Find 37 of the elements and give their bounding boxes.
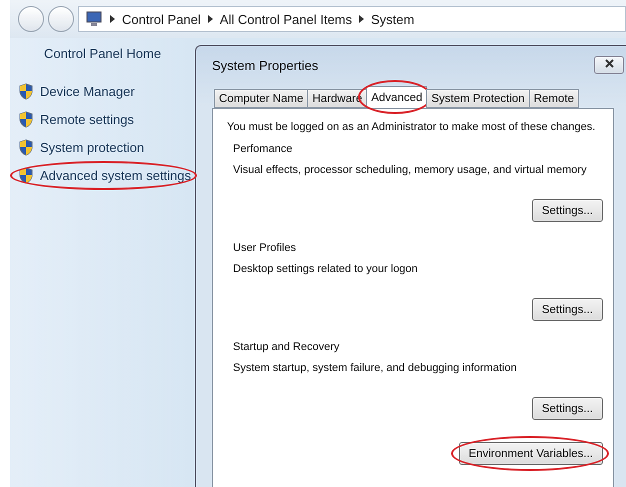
window-title: System Properties — [212, 58, 318, 72]
settings-button[interactable]: Settings... — [532, 199, 603, 222]
group-description: Desktop settings related to your logon — [233, 263, 418, 275]
group-description: System startup, system failure, and debugging information — [233, 362, 517, 374]
environment-variables-button[interactable]: Environment Variables... — [458, 442, 603, 465]
shield-icon — [18, 167, 34, 184]
breadcrumb[interactable]: System — [371, 12, 414, 26]
shield-icon — [18, 139, 34, 156]
settings-button[interactable]: Settings... — [532, 397, 603, 420]
breadcrumb[interactable]: All Control Panel Items — [220, 12, 352, 26]
tab[interactable]: Remote — [528, 89, 579, 108]
chevron-icon — [110, 15, 115, 23]
notice-text: You must be logged on as an Administrator to make most of these changes. — [227, 121, 596, 133]
close-icon — [604, 59, 614, 68]
computer-icon — [85, 11, 103, 27]
group-title: Startup and Recovery — [233, 341, 340, 353]
address-bar[interactable]: Control Panel All Control Panel Items System — [78, 6, 626, 32]
tab[interactable]: Computer Name — [214, 89, 308, 108]
shield-icon — [18, 83, 34, 100]
sidebar-link[interactable]: Device Manager — [18, 83, 135, 100]
close-button[interactable] — [594, 56, 624, 74]
back-button[interactable] — [18, 6, 44, 32]
settings-button[interactable]: Settings... — [532, 298, 603, 321]
breadcrumb[interactable]: Control Panel — [122, 12, 201, 26]
group-description: Visual effects, processor scheduling, memory usage, and virtual memory — [233, 164, 587, 176]
home-link[interactable]: Control Panel Home — [18, 46, 187, 75]
forward-button[interactable] — [48, 6, 74, 32]
sidebar-link[interactable]: Advanced system settings — [18, 167, 192, 184]
group-title: Perfomance — [233, 143, 292, 155]
group-title: User Profiles — [233, 242, 296, 254]
sidebar-link[interactable]: System protection — [18, 139, 144, 156]
tab[interactable]: System Protection — [426, 89, 530, 108]
tab[interactable]: Advanced — [366, 86, 428, 108]
chevron-icon — [359, 15, 364, 23]
shield-icon — [18, 111, 34, 128]
chevron-icon — [208, 15, 213, 23]
sidebar-link[interactable]: Remote settings — [18, 111, 134, 128]
